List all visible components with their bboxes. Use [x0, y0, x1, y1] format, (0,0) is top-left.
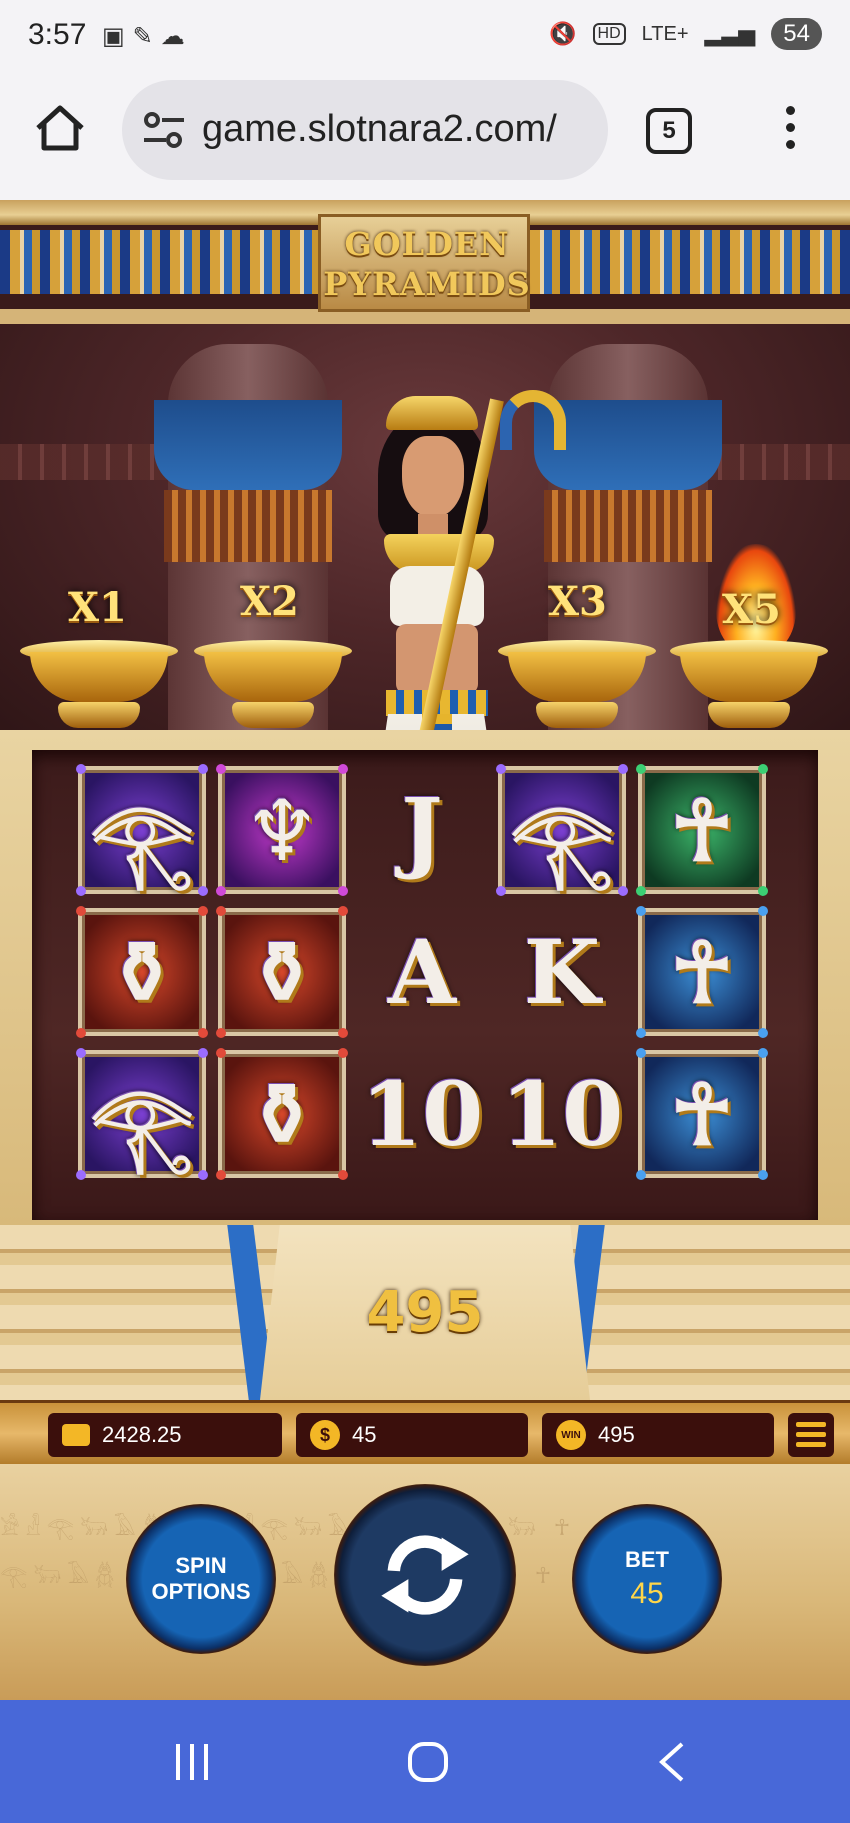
reel-grid: 𓂀 ⚱ 𓂀 ♆ ⚱ ⚱ J A 10 𓂀 K 10 ☥ ☥ ☥ — [76, 764, 778, 1206]
symbol-10: 10 — [500, 1062, 624, 1166]
logo-line-1: GOLDEN — [344, 225, 510, 263]
reel-frame: 𓂀 ⚱ 𓂀 ♆ ⚱ ⚱ J A 10 𓂀 K 10 ☥ ☥ ☥ — [0, 730, 850, 1225]
symbol-vase-icon: ⚱ — [246, 1064, 318, 1164]
bet-value: 45 — [630, 1577, 664, 1610]
logo-line-2: PYRAMIDS — [323, 265, 531, 303]
control-panel: 𓀀𓁐𓂀𓃒𓄿𓆣 ☥ 𓀀𓁐𓂀𓃒𓄿𓆣 ☥ 𓀀𓁐𓂀𓃒 ☥ 𓂀𓃒𓄿𓆣 ☥ 𓀀𓁐𓂀𓃒𓄿𓆣 ☥ … — [0, 1464, 850, 1700]
signal-icon: ▂▃▅ — [704, 21, 756, 46]
symbol-10: 10 — [360, 1062, 484, 1166]
reel-symbol-vase: ⚱ — [76, 906, 208, 1038]
mute-icon: 🔇 — [549, 21, 577, 46]
symbol-scarab-ankh-icon: ☥ — [670, 780, 734, 880]
reel-symbol-J: J — [358, 766, 486, 894]
game-logo: GOLDEN PYRAMIDS — [318, 214, 530, 312]
slot-game: GOLDEN PYRAMIDS X1 X2 X3 X5 𓂀 ⚱ 𓂀 ♆ ⚱ ⚱ J A 10 𓂀 K… — [0, 200, 850, 1700]
spin-options-button[interactable]: SPIN OPTIONS — [126, 1504, 276, 1654]
info-strip: 2428.25 $ 45 WIN 495 — [0, 1400, 850, 1464]
reel-symbol-ankh: ☥ — [636, 906, 768, 1038]
wall-pattern-left — [0, 444, 170, 480]
site-settings-icon[interactable] — [142, 110, 186, 150]
bowl-x2 — [194, 640, 352, 732]
address-bar[interactable]: game.slotnara2.com/ — [122, 80, 608, 180]
battery-badge: 54 — [771, 18, 822, 50]
spin-button[interactable] — [334, 1484, 516, 1666]
hd-badge: HD — [592, 23, 626, 45]
browser-toolbar: game.slotnara2.com/ 5 — [0, 72, 850, 200]
symbol-ankh-icon: ☥ — [670, 922, 734, 1022]
bowl-x5 — [670, 640, 828, 732]
reel-symbol-eye: 𓂀 — [76, 764, 208, 896]
balance-pill: 2428.25 — [48, 1413, 282, 1457]
reel-symbol-eye: 𓂀 — [496, 764, 628, 896]
symbol-eye-icon: 𓂀 — [89, 792, 195, 891]
multiplier-x5: X5 — [722, 586, 781, 633]
symbol-J: J — [401, 778, 443, 882]
back-icon[interactable] — [650, 1740, 694, 1784]
symbol-vase-icon: ⚱ — [246, 922, 318, 1022]
reel-symbol-scarab-ankh: ☥ — [636, 764, 768, 896]
status-right: 🔇 HD LTE+ ▂▃▅ 54 — [549, 18, 822, 50]
reel-symbol-vase: ⚱ — [216, 1048, 348, 1180]
crook-icon — [500, 390, 566, 450]
android-nav-bar — [0, 1700, 850, 1823]
symbol-A: A — [387, 920, 457, 1024]
bet-label: BET — [625, 1547, 669, 1572]
bet-pill: $ 45 — [296, 1413, 528, 1457]
top-frieze: GOLDEN PYRAMIDS — [0, 200, 850, 324]
home-icon[interactable] — [34, 102, 86, 154]
paytable-menu-button[interactable] — [788, 1413, 834, 1457]
win-amount-display: 495 — [366, 1280, 484, 1345]
multiplier-x3: X3 — [548, 578, 607, 625]
symbol-ankh-icon: ☥ — [670, 1064, 734, 1164]
win-icon: WIN — [556, 1420, 586, 1450]
bet-info-value: 45 — [352, 1422, 377, 1447]
multiplier-x2: X2 — [240, 578, 299, 625]
tab-switcher-button[interactable]: 5 — [646, 108, 692, 154]
reel-symbol-ankh-bowl: ♆ — [216, 764, 348, 896]
reel-symbol-A: A — [358, 908, 486, 1036]
more-menu-icon[interactable] — [780, 106, 800, 152]
reel-symbol-vase: ⚱ — [216, 906, 348, 1038]
coin-icon: $ — [310, 1420, 340, 1450]
url-text: game.slotnara2.com/ — [202, 108, 557, 150]
spin-options-label-2: OPTIONS — [151, 1579, 251, 1604]
wallet-icon — [62, 1424, 90, 1446]
win-pill: WIN 495 — [542, 1413, 774, 1457]
wall-pattern-right — [700, 444, 850, 480]
reel-symbol-10: 10 — [498, 1050, 626, 1178]
spin-options-label-1: SPIN — [175, 1553, 227, 1578]
reel-symbol-eye: 𓂀 — [76, 1048, 208, 1180]
bet-button[interactable]: BET 45 — [572, 1504, 722, 1654]
status-bar: 3:57 ▣✎☁ 🔇 HD LTE+ ▂▃▅ 54 — [0, 0, 850, 72]
reel-symbol-K: K — [498, 908, 626, 1036]
refresh-icon — [381, 1535, 469, 1615]
bowl-x1 — [20, 640, 178, 732]
symbol-vase-icon: ⚱ — [106, 922, 178, 1022]
win-info-value: 495 — [598, 1422, 635, 1447]
multiplier-x1: X1 — [68, 584, 127, 631]
notification-icons: ▣✎☁ — [102, 23, 193, 50]
symbol-K: K — [523, 920, 601, 1024]
reel-symbol-10: 10 — [358, 1050, 486, 1178]
balance-value: 2428.25 — [102, 1422, 182, 1447]
network-label: LTE+ — [641, 22, 689, 45]
symbol-eye-icon: 𓂀 — [509, 792, 615, 891]
status-time: 3:57 — [28, 18, 87, 51]
home-nav-icon[interactable] — [406, 1740, 450, 1784]
reel-symbol-ankh: ☥ — [636, 1048, 768, 1180]
symbol-eye-icon: 𓂀 — [89, 1076, 195, 1175]
symbol-ankh-bowl-icon: ♆ — [244, 780, 320, 880]
recent-apps-icon[interactable] — [170, 1740, 214, 1784]
